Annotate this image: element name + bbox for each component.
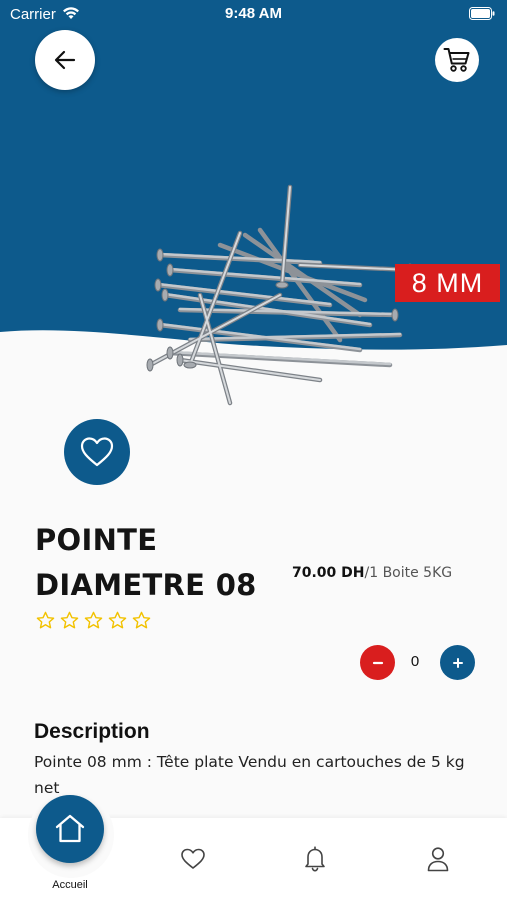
cart-button[interactable]: [435, 38, 479, 82]
cart-icon: [443, 48, 470, 72]
product-title: POINTE DIAMETRE 08: [35, 518, 295, 608]
favorite-button[interactable]: [64, 419, 130, 485]
product-title-line2: DIAMETRE 08: [35, 568, 257, 602]
home-icon: [55, 814, 85, 843]
nav-home-button[interactable]: [36, 795, 104, 863]
price-amount: 70.00 DH: [292, 565, 365, 581]
status-time: 9:48 AM: [225, 5, 282, 22]
battery-icon: [469, 7, 495, 20]
rating-stars[interactable]: [36, 611, 151, 630]
nav-notifications-button[interactable]: [304, 846, 326, 872]
minus-icon: [372, 661, 383, 664]
description-text: Pointe 08 mm : Tête plate Vendu en carto…: [34, 753, 465, 797]
back-button[interactable]: [35, 30, 95, 90]
price-unit: /1 Boite 5KG: [364, 565, 453, 581]
size-badge: 8 MM: [395, 264, 500, 302]
nav-favorites-button[interactable]: [180, 848, 206, 870]
status-bar: Carrier 9:48 AM: [0, 0, 507, 28]
star-icon[interactable]: [60, 611, 79, 630]
heart-icon: [181, 848, 205, 869]
star-icon[interactable]: [84, 611, 103, 630]
star-icon[interactable]: [36, 611, 55, 630]
bell-icon: [305, 846, 325, 872]
price-line: 70.00 DH/1 Boite 5KG: [292, 565, 452, 581]
product-image: [146, 184, 414, 406]
star-icon[interactable]: [132, 611, 151, 630]
heart-icon: [80, 437, 114, 467]
quantity-decrease-button[interactable]: [360, 645, 395, 680]
nav-home-label: Accueil: [52, 879, 88, 891]
user-icon: [427, 847, 449, 872]
product-title-line1: POINTE: [35, 523, 158, 557]
plus-icon: [452, 657, 463, 668]
nav-profile-button[interactable]: [426, 846, 450, 872]
quantity-value: 0: [410, 653, 420, 670]
quantity-increase-button[interactable]: [440, 645, 475, 680]
arrow-left-icon: [54, 50, 76, 70]
star-icon[interactable]: [108, 611, 127, 630]
description-heading: Description: [34, 720, 150, 743]
